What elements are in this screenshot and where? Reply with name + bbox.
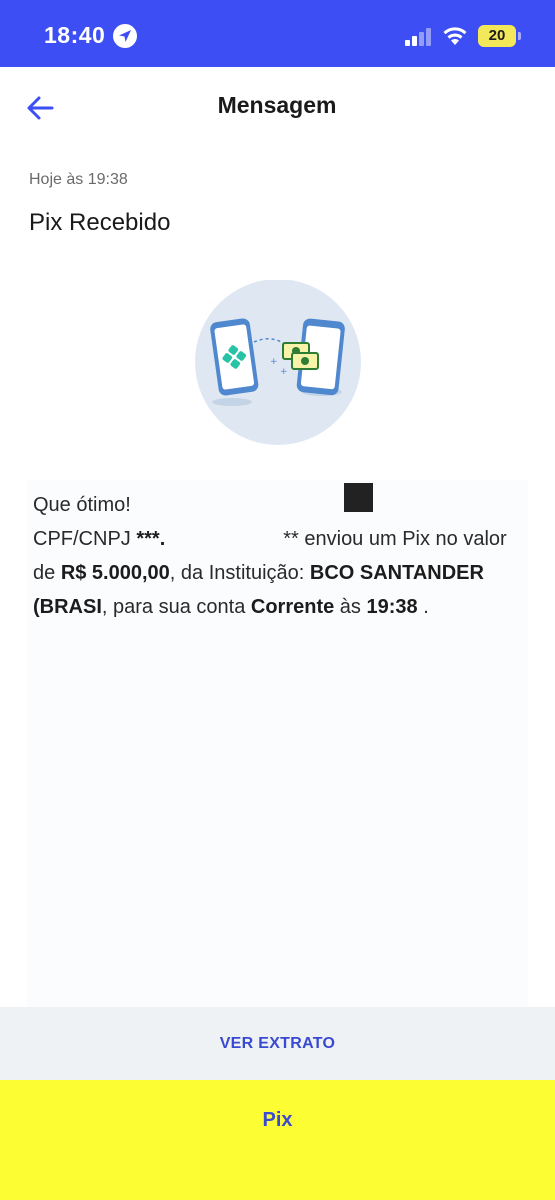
- page-title: Mensagem: [217, 92, 337, 118]
- body-cpf-label: CPF/CNPJ: [33, 528, 137, 550]
- body-institution-label: , da Instituição:: [169, 562, 310, 584]
- body-end: .: [417, 596, 429, 618]
- battery-icon: 20: [478, 25, 516, 47]
- body-cpf-masked: ***.: [136, 528, 166, 550]
- body-amount: R$ 5.000,00: [60, 562, 170, 584]
- svg-text:+: +: [270, 357, 278, 367]
- body-account-type: Corrente: [250, 596, 335, 618]
- body-intro: Que ótimo!: [33, 494, 131, 516]
- body-time-label: às: [334, 596, 367, 618]
- pix-button[interactable]: Pix: [0, 1102, 555, 1138]
- battery-cap: [518, 32, 521, 40]
- status-time: 18:40: [44, 22, 106, 48]
- body-time: 19:38: [366, 596, 418, 618]
- battery-level: 20: [488, 27, 506, 44]
- pix-phones-transfer-illustration: + +: [192, 279, 364, 450]
- wifi-icon: [442, 24, 468, 50]
- status-bar: 18:40 20: [0, 0, 555, 67]
- body-account-label: , para sua conta: [101, 596, 251, 618]
- message-title: Pix Recebido: [29, 209, 171, 236]
- message-body: Que ótimo! CPF/CNPJ ***. ** enviou um Pix…: [33, 488, 511, 624]
- svg-text:+: +: [280, 367, 288, 377]
- redaction-block: [344, 483, 373, 512]
- extrato-bar: VER EXTRATO: [0, 1007, 555, 1080]
- ver-extrato-button[interactable]: VER EXTRATO: [0, 1007, 555, 1080]
- location-arrow-icon: [113, 24, 137, 48]
- pix-bar: Pix: [0, 1080, 555, 1200]
- cellular-signal-icon: [405, 26, 433, 46]
- message-card: Que ótimo! CPF/CNPJ ***. ** enviou um Pix…: [27, 480, 528, 1007]
- message-timestamp: Hoje às 19:38: [29, 171, 128, 188]
